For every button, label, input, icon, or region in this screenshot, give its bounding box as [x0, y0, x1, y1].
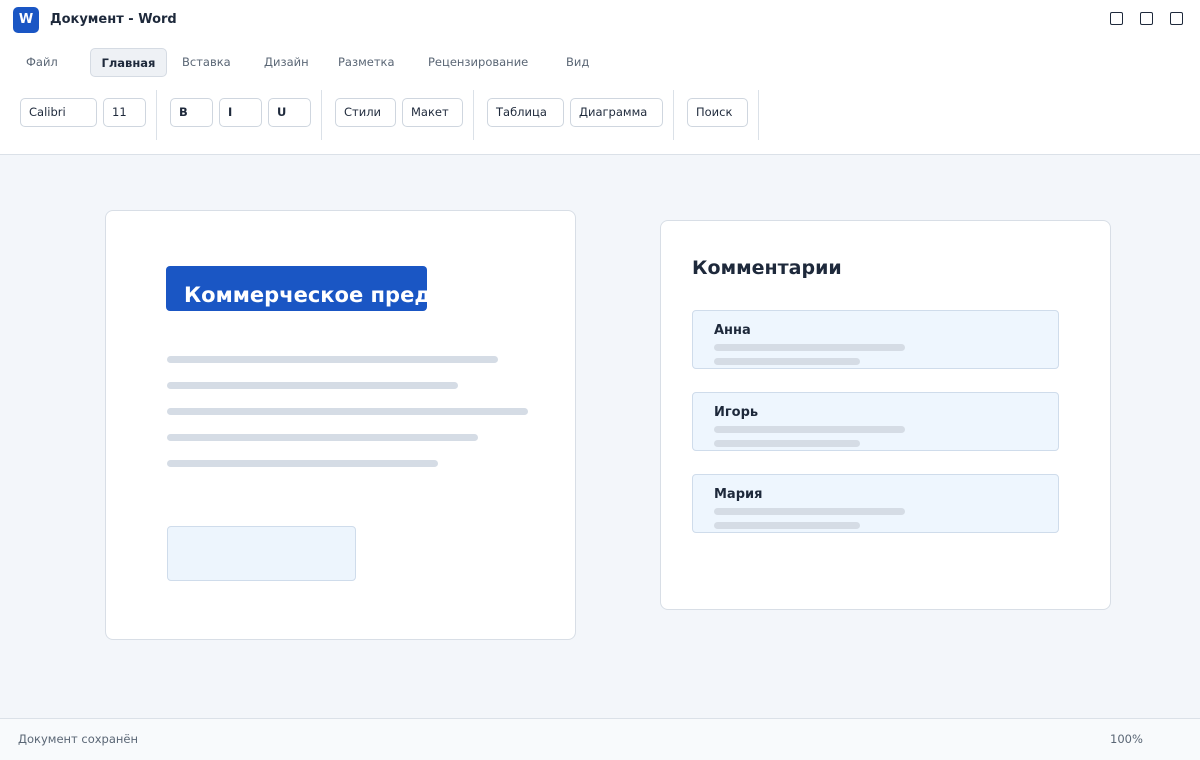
- styles-button[interactable]: Стили: [335, 98, 396, 127]
- comment-author: Игорь: [714, 405, 759, 420]
- comments-title: Комментарии: [692, 257, 842, 279]
- underline-button[interactable]: U: [268, 98, 311, 127]
- save-status: Документ сохранён: [18, 732, 139, 746]
- tab-insert[interactable]: Вставка: [182, 48, 231, 77]
- italic-button[interactable]: I: [219, 98, 262, 127]
- ribbon-separator: [673, 90, 674, 140]
- text-line-placeholder: [167, 434, 478, 441]
- comments-panel: Комментарии Анна Игорь Мария: [660, 220, 1111, 610]
- tab-review[interactable]: Рецензирование: [428, 48, 528, 77]
- search-button[interactable]: Поиск: [687, 98, 748, 127]
- zoom-level[interactable]: 100%: [1110, 732, 1143, 746]
- comment-author: Мария: [714, 487, 763, 502]
- minimize-icon[interactable]: [1110, 12, 1123, 25]
- comment-line-placeholder: [714, 344, 905, 351]
- font-name-select[interactable]: Calibri: [20, 98, 97, 127]
- tab-design[interactable]: Дизайн: [264, 48, 309, 77]
- text-line-placeholder: [167, 382, 458, 389]
- document-heading-selection[interactable]: Коммерческое предложение: [166, 266, 427, 311]
- tab-view[interactable]: Вид: [566, 48, 589, 77]
- comment-line-placeholder: [714, 426, 905, 433]
- text-line-placeholder: [167, 460, 438, 467]
- layout-button[interactable]: Макет: [402, 98, 463, 127]
- tab-layout[interactable]: Разметка: [338, 48, 395, 77]
- ribbon-separator: [473, 90, 474, 140]
- bold-button[interactable]: B: [170, 98, 213, 127]
- title-bar: W Документ - Word: [0, 0, 1200, 40]
- comment-line-placeholder: [714, 358, 860, 365]
- comment-line-placeholder: [714, 508, 905, 515]
- status-bar: Документ сохранён 100%: [0, 718, 1200, 760]
- tab-file[interactable]: Файл: [26, 48, 58, 77]
- maximize-icon[interactable]: [1140, 12, 1153, 25]
- comment-card[interactable]: Анна: [692, 310, 1059, 369]
- close-icon[interactable]: [1170, 12, 1183, 25]
- ribbon-separator: [758, 90, 759, 140]
- font-size-select[interactable]: 11: [103, 98, 146, 127]
- chart-button[interactable]: Диаграмма: [570, 98, 663, 127]
- document-content-block[interactable]: [167, 526, 356, 581]
- window-title: Документ - Word: [50, 12, 177, 27]
- text-line-placeholder: [167, 408, 528, 415]
- comment-line-placeholder: [714, 440, 860, 447]
- ribbon: Файл Главная Вставка Дизайн Разметка Рец…: [0, 40, 1200, 155]
- comment-author: Анна: [714, 323, 751, 338]
- ribbon-separator: [156, 90, 157, 140]
- comment-card[interactable]: Игорь: [692, 392, 1059, 451]
- word-logo-icon: W: [13, 7, 39, 33]
- document-page[interactable]: Коммерческое предложение: [105, 210, 576, 640]
- document-heading: Коммерческое предложение: [184, 283, 427, 307]
- comment-line-placeholder: [714, 522, 860, 529]
- ribbon-separator: [321, 90, 322, 140]
- table-button[interactable]: Таблица: [487, 98, 564, 127]
- tab-home[interactable]: Главная: [90, 48, 167, 77]
- text-line-placeholder: [167, 356, 498, 363]
- comment-card[interactable]: Мария: [692, 474, 1059, 533]
